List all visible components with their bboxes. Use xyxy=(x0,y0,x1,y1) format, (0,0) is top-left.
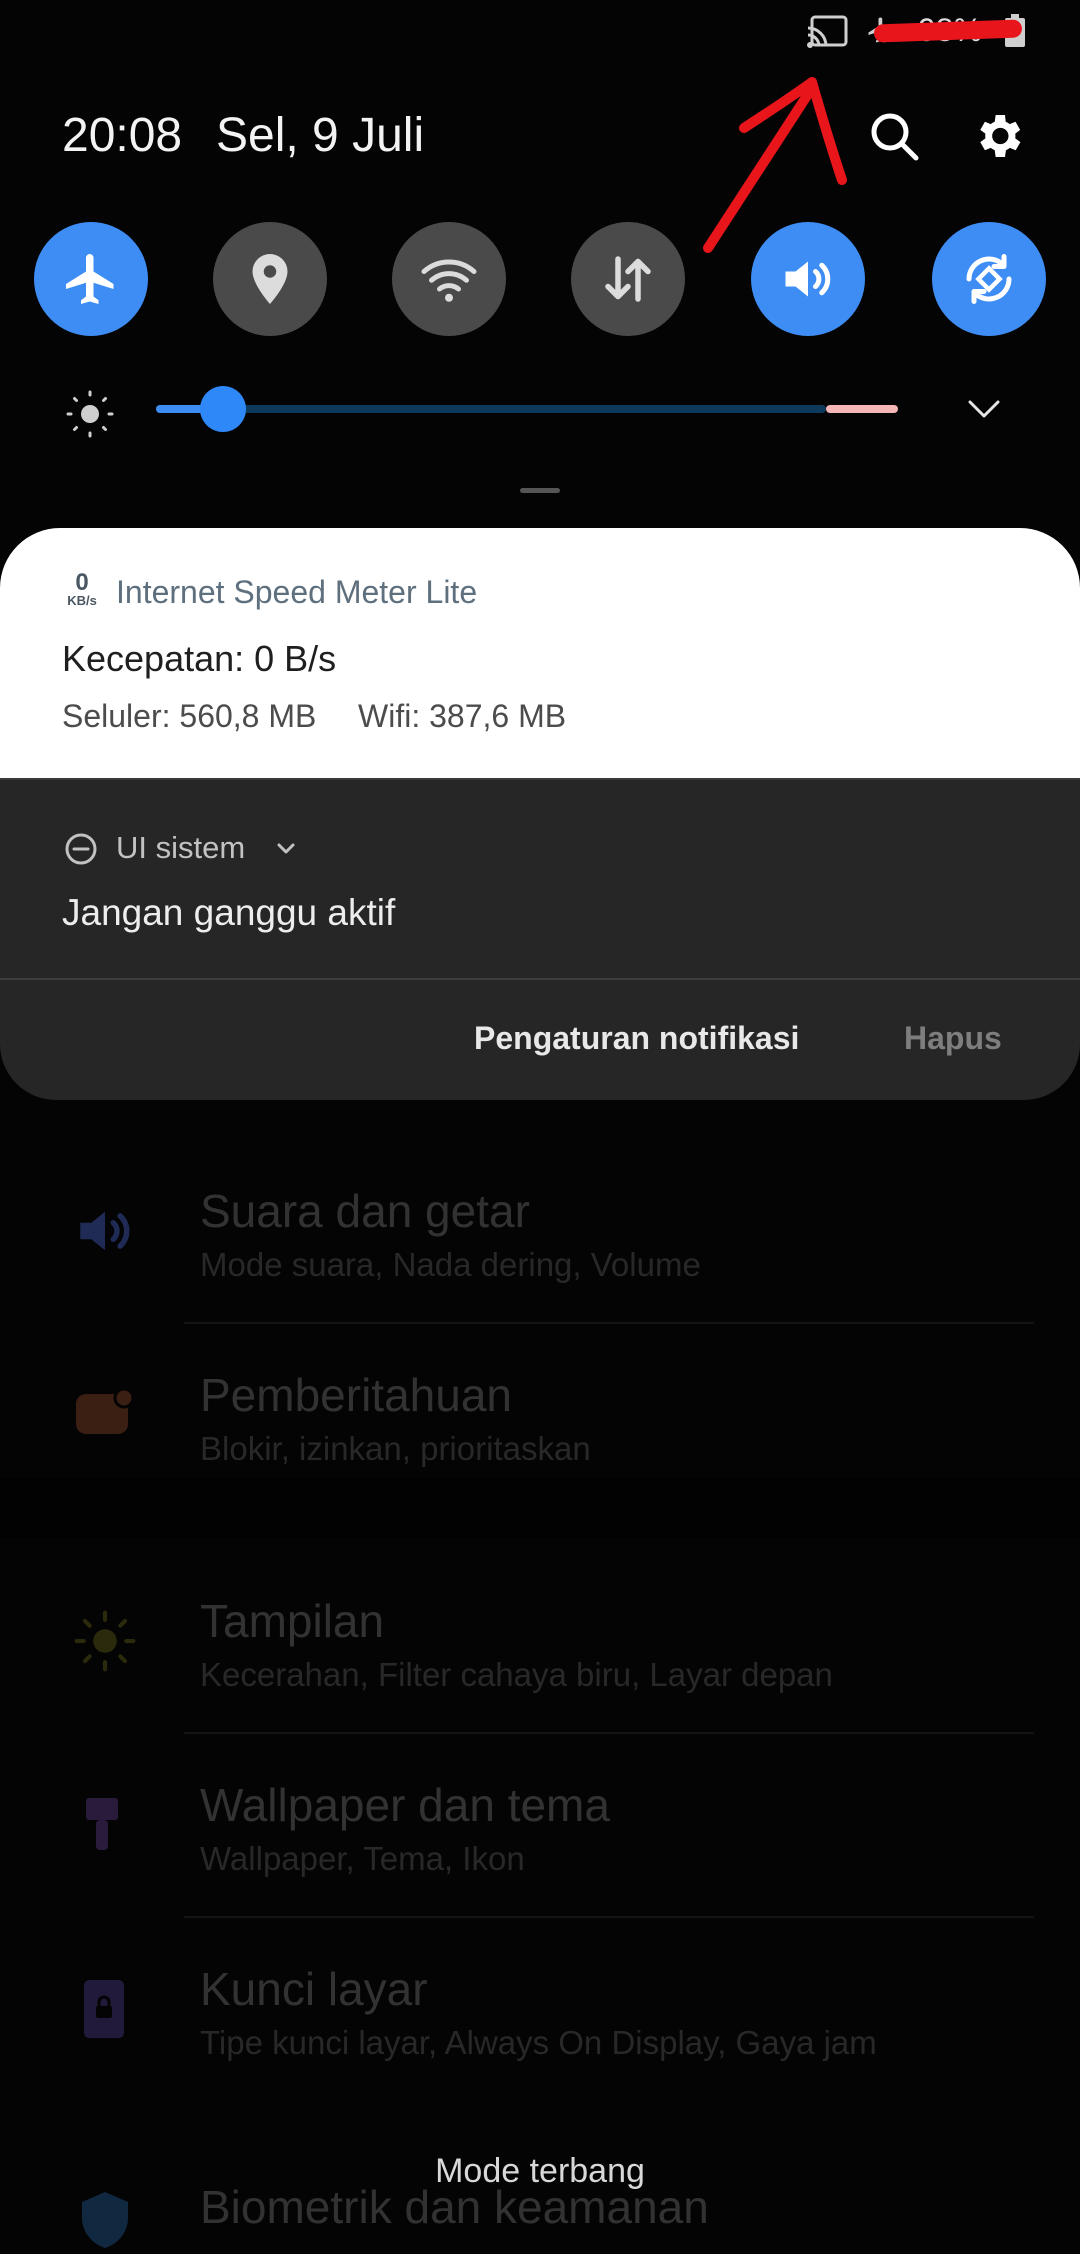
status-bar: 98% xyxy=(0,0,1080,60)
notification-app-name-system: UI sistem xyxy=(116,830,246,865)
tile-airplane-mode[interactable] xyxy=(34,222,148,336)
shield-icon xyxy=(82,2192,128,2248)
chevron-down-icon[interactable] xyxy=(966,394,1002,424)
notification-badge-icon xyxy=(76,1387,135,1434)
sun-icon xyxy=(74,1610,136,1672)
settings-row-title[interactable]: Suara dan getar xyxy=(200,1184,530,1238)
notification-settings-button[interactable]: Pengaturan notifikasi xyxy=(474,1020,799,1057)
section-separator xyxy=(0,1478,1080,1538)
toast-message: Mode terbang xyxy=(435,2152,645,2190)
settings-row-subtitle: Wallpaper, Tema, Ikon xyxy=(200,1840,525,1877)
divider xyxy=(184,1322,1034,1324)
settings-row-subtitle: Blokir, izinkan, prioritaskan xyxy=(200,1430,591,1467)
notification-speed: Kecepatan: 0 B/s xyxy=(62,638,337,679)
settings-row-title[interactable]: Pemberitahuan xyxy=(200,1368,512,1422)
mobile-usage: Seluler: 560,8 MB xyxy=(62,698,317,734)
settings-row-title[interactable]: Kunci layar xyxy=(200,1962,428,2016)
settings-row-subtitle: Tipe kunci layar, Always On Display, Gay… xyxy=(200,2024,877,2061)
brightness-icon xyxy=(66,390,114,438)
brightness-slider-thumb[interactable] xyxy=(200,386,246,432)
brightness-slider-end xyxy=(826,405,898,413)
settings-row-title[interactable]: Tampilan xyxy=(200,1594,384,1648)
do-not-disturb-icon xyxy=(65,833,97,865)
speaker-icon xyxy=(80,1211,130,1251)
wifi-icon xyxy=(421,259,477,302)
settings-row-subtitle: Mode suara, Nada dering, Volume xyxy=(200,1246,701,1283)
tile-auto-rotate[interactable] xyxy=(932,222,1046,336)
tile-sound[interactable] xyxy=(751,222,865,336)
lock-icon xyxy=(84,1980,124,2038)
rotate-icon xyxy=(966,254,1012,304)
settings-row-subtitle: Kecerahan, Filter cahaya biru, Layar dep… xyxy=(200,1656,833,1693)
chevron-down-icon[interactable] xyxy=(274,838,298,860)
brush-icon xyxy=(86,1798,118,1850)
tile-mobile-data[interactable] xyxy=(571,222,685,336)
speed-meter-icon: 0 KB/s xyxy=(67,569,97,608)
clock: 20:08 xyxy=(62,109,183,162)
redaction-mark xyxy=(873,19,1023,43)
divider xyxy=(184,1732,1034,1734)
location-pin-icon xyxy=(252,254,288,304)
gear-icon[interactable] xyxy=(970,108,1026,164)
settings-row-title[interactable]: Wallpaper dan tema xyxy=(200,1778,610,1832)
search-icon[interactable] xyxy=(866,108,922,164)
tile-location[interactable] xyxy=(213,222,327,336)
brightness-slider-track[interactable] xyxy=(156,405,826,413)
data-transfer-icon xyxy=(605,256,651,302)
divider xyxy=(184,1916,1034,1918)
divider xyxy=(0,978,1080,980)
date: Sel, 9 Juli xyxy=(216,109,425,162)
notification-message: Jangan ganggu aktif xyxy=(62,892,396,933)
notification-app-name: Internet Speed Meter Lite xyxy=(116,574,478,610)
airplane-icon xyxy=(66,254,114,304)
speaker-icon xyxy=(785,261,831,297)
cast-icon xyxy=(807,15,848,48)
wifi-usage: Wifi: 387,6 MB xyxy=(358,698,567,734)
clear-button[interactable]: Hapus xyxy=(904,1020,1002,1057)
panel-drag-handle[interactable] xyxy=(520,488,560,493)
tile-wifi[interactable] xyxy=(392,222,506,336)
